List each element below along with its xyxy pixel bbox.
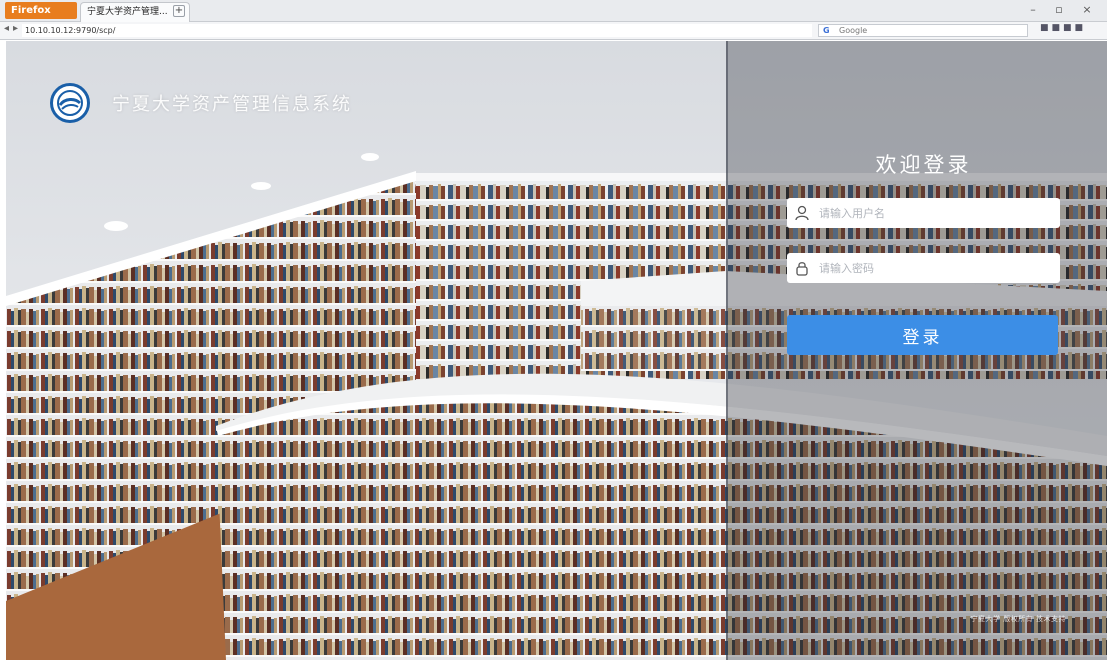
browser-window: Firefox 宁夏大学资产管理... + – ▫ × ◂ ▸ 10.10.10…: [0, 0, 1107, 660]
search-bar[interactable]: G Google: [818, 24, 1028, 37]
tab-bar: Firefox 宁夏大学资产管理... + – ▫ ×: [0, 0, 1107, 22]
new-tab-button[interactable]: +: [173, 5, 185, 17]
url-text: 10.10.10.12:9790/scp/: [25, 26, 116, 35]
footer-copyright: 宁夏大学 版权所有 技术支持: [970, 615, 1066, 623]
url-bar[interactable]: 10.10.10.12:9790/scp/: [22, 24, 812, 37]
maximize-icon[interactable]: ▫: [1048, 3, 1070, 16]
back-icon[interactable]: ◂: [4, 23, 9, 34]
firefox-menu-button[interactable]: Firefox: [5, 2, 77, 19]
search-placeholder: Google: [839, 26, 868, 35]
user-icon: [795, 205, 809, 221]
username-input[interactable]: [819, 203, 1049, 223]
close-icon[interactable]: ×: [1076, 3, 1098, 16]
minimize-icon[interactable]: –: [1022, 3, 1044, 16]
system-title: 宁夏大学资产管理信息系统: [112, 94, 352, 115]
username-field[interactable]: [787, 198, 1060, 228]
page-viewport: 宁夏大学资产管理信息系统 欢迎登录 登录 宁夏大学 版权所有 技术支持: [6, 41, 1107, 660]
brand-header: 宁夏大学资产管理信息系统: [50, 83, 352, 123]
password-input[interactable]: [819, 258, 1049, 278]
navigation-bar: ◂ ▸ 10.10.10.12:9790/scp/ G Google ■■■■: [0, 22, 1107, 40]
password-field[interactable]: [787, 253, 1060, 283]
toolbar-icons[interactable]: ■■■■: [1040, 23, 1086, 33]
university-logo: [50, 83, 90, 123]
search-engine-icon: G: [823, 26, 830, 35]
lock-icon: [796, 262, 808, 276]
forward-icon[interactable]: ▸: [13, 23, 18, 34]
welcome-heading: 欢迎登录: [875, 153, 972, 177]
login-button[interactable]: 登录: [787, 315, 1058, 355]
tab-title: 宁夏大学资产管理...: [87, 7, 168, 17]
